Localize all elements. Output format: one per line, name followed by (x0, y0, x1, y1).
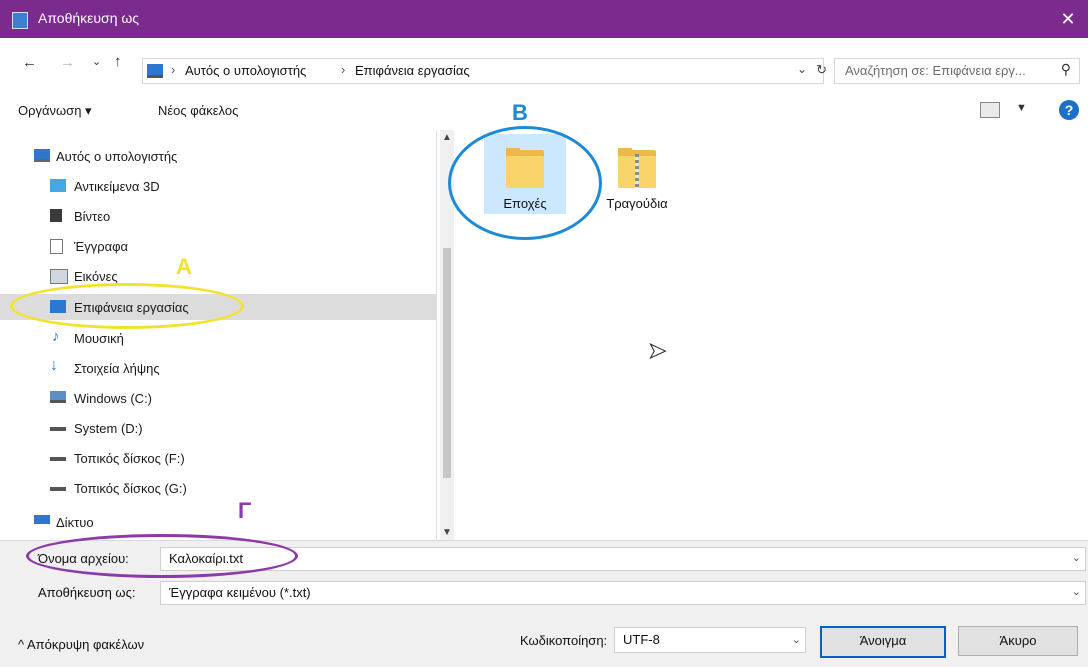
sidebar-item-label: System (D:) (74, 421, 143, 436)
scrollbar-thumb[interactable] (443, 248, 451, 478)
sidebar-item-documents[interactable]: Έγγραφα (0, 234, 436, 258)
mouse-pointer-icon: ➤ (647, 338, 667, 364)
sidebar-item-drive-f[interactable]: Τοπικός δίσκος (F:) (0, 446, 436, 470)
annotation-label-b: Β (512, 100, 528, 125)
annotation-label-g: Γ (238, 498, 252, 523)
back-arrow-icon[interactable]: ← (22, 54, 37, 71)
sidebar-item-label: Αντικείμενα 3D (74, 179, 160, 194)
sidebar-item-label: Στοιχεία λήψης (74, 361, 160, 376)
organize-menu[interactable]: Οργάνωση ▾ (18, 103, 92, 119)
sidebar-item-label: Τοπικός δίσκος (G:) (74, 481, 187, 496)
address-bar[interactable]: › Αυτός ο υπολογιστής › Επιφάνεια εργασί… (142, 58, 827, 84)
command-bar: Οργάνωση ▾ Νέος φάκελος ▼ ? (0, 90, 1088, 130)
chevron-down-icon[interactable]: ⌄ (1072, 585, 1081, 598)
encoding-select[interactable]: UTF-8 ⌄ (614, 627, 806, 653)
annotation-label-a: Α (176, 254, 192, 279)
savetype-value: Έγγραφα κειμένου (*.txt) (169, 585, 311, 600)
sidebar-item-label: Εικόνες (74, 269, 118, 284)
title-bar: Αποθήκευση ως ✕ (0, 0, 1088, 38)
sidebar-item-label: Windows (C:) (74, 391, 153, 406)
video-icon (50, 209, 62, 222)
scroll-down-icon[interactable]: ▼ (442, 527, 452, 538)
folder-item-tragoudia[interactable]: Τραγούδια (596, 134, 678, 214)
computer-icon (34, 149, 50, 162)
sidebar-item-label: Βίντεο (74, 209, 111, 224)
sidebar-item-network[interactable]: Δίκτυο (0, 510, 436, 534)
sidebar-item-music[interactable]: ♪ Μουσική (0, 326, 436, 350)
breadcrumb-this-pc[interactable]: Αυτός ο υπολογιστής (185, 63, 306, 78)
breadcrumb-desktop[interactable]: Επιφάνεια εργασίας (355, 63, 470, 78)
open-button[interactable]: Άνοιγμα (820, 626, 946, 658)
breadcrumb-separator: › (171, 62, 176, 77)
drive-icon (50, 391, 66, 403)
close-button[interactable]: ✕ (1048, 0, 1088, 38)
computer-icon (147, 64, 163, 78)
sidebar-item-drive-d[interactable]: System (D:) (0, 416, 436, 440)
network-icon (34, 515, 50, 524)
savetype-select[interactable]: Έγγραφα κειμένου (*.txt) ⌄ (160, 581, 1086, 605)
navigation-pane: Αυτός ο υπολογιστής Αντικείμενα 3D Βίντε… (0, 130, 437, 540)
sidebar-item-label: Έγγραφα (74, 239, 129, 254)
file-name: Τραγούδια (606, 196, 668, 211)
sidebar-item-label: Τοπικός δίσκος (F:) (74, 451, 185, 466)
sidebar-item-label: Αυτός ο υπολογιστής (56, 149, 178, 164)
new-folder-button[interactable]: Νέος φάκελος (158, 103, 238, 118)
encoding-value: UTF-8 (623, 632, 660, 647)
drive-icon (50, 487, 66, 491)
annotation-ring-b (448, 126, 602, 240)
help-icon[interactable]: ? (1059, 100, 1079, 120)
encoding-label: Κωδικοποίηση: (520, 633, 608, 648)
sidebar-item-video[interactable]: Βίντεο (0, 204, 436, 228)
sidebar-item-downloads[interactable]: ↓ Στοιχεία λήψης (0, 356, 436, 380)
3d-objects-icon (50, 179, 66, 192)
sidebar-item-pictures[interactable]: Εικόνες (0, 264, 436, 288)
hide-folders-label: Απόκρυψη φακέλων (27, 637, 145, 652)
notepad-icon (12, 12, 28, 29)
sidebar-item-3d-objects[interactable]: Αντικείμενα 3D (0, 174, 436, 198)
search-box[interactable]: Αναζήτηση σε: Επιφάνεια εργ... ⚲ (834, 58, 1080, 84)
sidebar-item-this-pc[interactable]: Αυτός ο υπολογιστής (0, 144, 436, 168)
view-options-icon[interactable] (980, 102, 1000, 118)
music-icon: ♪ (52, 328, 60, 345)
sidebar-item-drive-c[interactable]: Windows (C:) (0, 386, 436, 410)
breadcrumb-separator: › (341, 62, 346, 77)
address-row: ← → ⌄ ↑ › Αυτός ο υπολογιστής › Επιφάνει… (0, 38, 1088, 90)
zip-folder-icon (618, 148, 656, 188)
annotation-ring-g (26, 534, 298, 578)
sidebar-item-label: Μουσική (74, 331, 124, 346)
drive-icon (50, 457, 66, 461)
savetype-label: Αποθήκευση ως: (38, 585, 136, 600)
sidebar-item-drive-g[interactable]: Τοπικός δίσκος (G:) (0, 476, 436, 500)
search-input[interactable]: Αναζήτηση σε: Επιφάνεια εργ... (845, 63, 1026, 78)
sidebar-item-label: Δίκτυο (56, 515, 94, 530)
forward-arrow-icon[interactable]: → (60, 54, 75, 71)
window-title: Αποθήκευση ως (38, 10, 140, 26)
hide-folders-button[interactable]: ^ Απόκρυψη φακέλων (18, 637, 144, 652)
search-icon[interactable]: ⚲ (1061, 61, 1071, 78)
view-dropdown-icon[interactable]: ▼ (1016, 102, 1027, 114)
up-arrow-icon[interactable]: ↑ (114, 53, 122, 70)
annotation-ring-a (10, 283, 244, 329)
chevron-down-icon[interactable]: ⌄ (1072, 551, 1081, 564)
refresh-icon[interactable]: ↻ (816, 62, 827, 78)
recent-locations-chevron-icon[interactable]: ⌄ (92, 55, 101, 68)
cancel-button[interactable]: Άκυρο (958, 626, 1078, 656)
documents-icon (50, 239, 63, 254)
pictures-icon (50, 269, 68, 284)
filename-input[interactable]: Καλοκαίρι.txt ⌄ (160, 547, 1086, 571)
address-dropdown-icon[interactable]: ⌄ (797, 62, 807, 76)
downloads-icon: ↓ (50, 357, 58, 374)
chevron-down-icon[interactable]: ⌄ (792, 633, 801, 646)
drive-icon (50, 427, 66, 431)
scroll-up-icon[interactable]: ▲ (442, 132, 452, 143)
